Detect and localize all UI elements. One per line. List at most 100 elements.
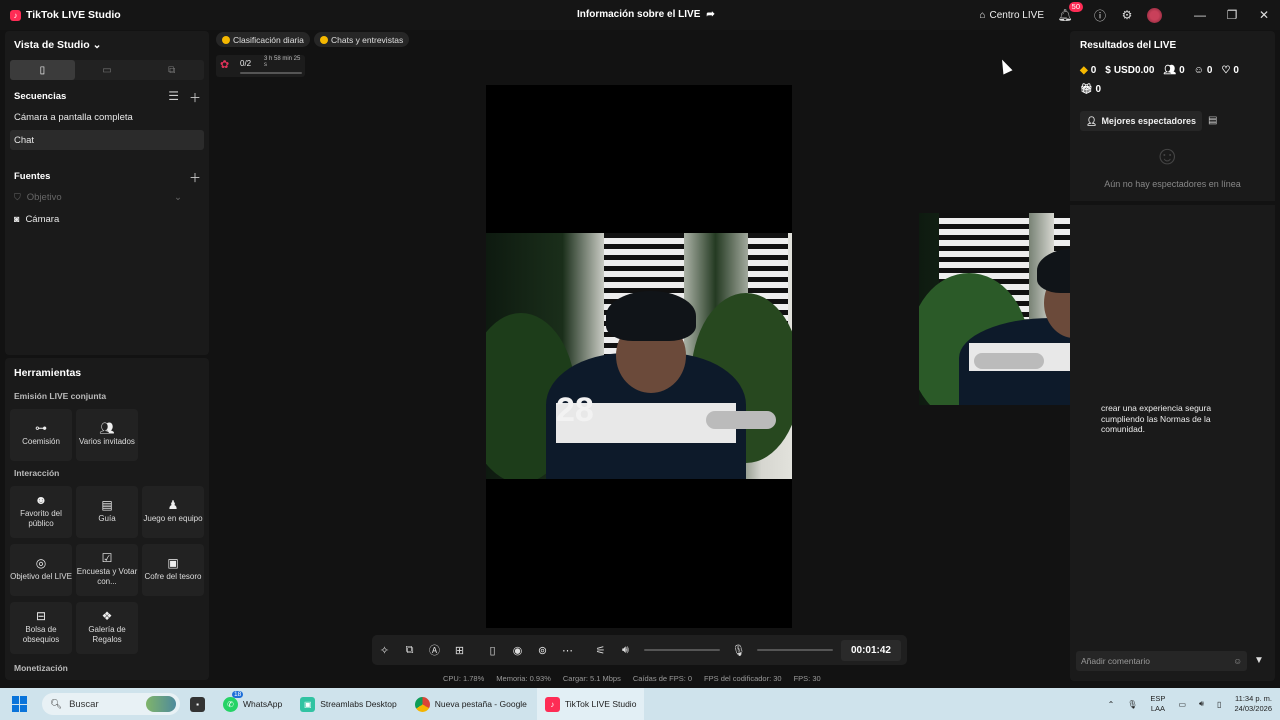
screen-share-icon[interactable]: ⧉ [397,644,422,657]
taskbar-tiktok-studio[interactable]: ♪ TikTok LIVE Studio [536,688,645,720]
followers-value: 0 [1206,65,1213,76]
no-viewers-text: Aún no hay espectadores en línea [1104,179,1241,189]
tool-cofre-tesoro[interactable]: ▣ Cofre del tesoro [142,544,204,596]
comment-placeholder: Añadir comentario [1081,656,1150,666]
language-indicator[interactable]: ESP LAA [1150,694,1165,714]
taskbar-whatsapp[interactable]: ✆ 18 WhatsApp [223,688,282,720]
sequence-item-selected[interactable]: Chat [10,130,204,150]
tool-encuesta[interactable]: ☑ Encuesta y Votar con... [76,544,138,596]
diamonds-value: 0 [1090,65,1097,76]
tool-varios-invitados[interactable]: 👥︎ Varios invitados [76,409,138,461]
person-plus-icon: 👤︎ [1086,115,1098,126]
notifications-button[interactable]: 🔔︎ 50 [1057,2,1083,22]
microphone-icon[interactable]: 🎙︎ [726,644,751,657]
centro-live-button[interactable]: ⌂ Centro LIVE [979,10,1044,21]
network-icon[interactable]: ▭ [1178,700,1186,709]
chevron-down-icon[interactable]: ⌄ [174,192,182,203]
preview-canvas[interactable]: 28 [486,85,792,628]
add-sequence-icon[interactable]: ＋ [189,89,201,106]
speaker-icon[interactable]: 🔊︎ [613,644,638,657]
tool-galeria-regalos[interactable]: ❖ Galería de Regalos [76,602,138,654]
battery-icon[interactable]: ▯ [1217,700,1221,709]
tool-label: Favorito del público [20,509,62,528]
restore-icon[interactable]: ❐ [1216,0,1248,30]
scenes-panel: Vista de Studio ⌄ ▯ ▭ ⧉ Secuencias ☰ ＋ C… [5,31,209,355]
gear-icon[interactable]: ⚙ [1120,8,1134,22]
portrait-icon[interactable]: ▯ [10,60,75,80]
goal-widget[interactable]: ✿ 0/2 3 h 58 min 25 s [216,55,305,77]
avatar[interactable] [1147,7,1162,23]
daily-ranking-chip[interactable]: Clasificación diaria [216,32,310,47]
list-detail-icon[interactable]: ▤ [1208,115,1217,126]
best-viewers-tab[interactable]: 👤︎ Mejores espectadores [1080,111,1202,131]
more-icon[interactable]: ⋯ [555,644,580,657]
portrait-icon[interactable]: ▯ [480,644,505,657]
minimize-icon[interactable]: — [1184,0,1216,30]
tool-objetivo-live[interactable]: ◎ Objetivo del LIVE [10,544,72,596]
search-highlight-image [146,696,176,712]
mic-tray-icon[interactable]: 🎙︎ [1127,700,1137,709]
viewers-stat: 👥︎ 0 [1163,65,1184,76]
multi-layout-icon[interactable]: ⧉ [139,60,204,80]
studio-view-dropdown[interactable]: Vista de Studio ⌄ [14,39,101,51]
settings-sliders-icon[interactable]: ⚟ [588,644,613,657]
emoji-icon[interactable]: ☺ [1233,656,1242,666]
panel-divider [1070,201,1275,205]
ai-icon[interactable]: Ⓐ [422,642,447,658]
live-info-button[interactable]: Información sobre el LIVE ➦ [577,9,715,20]
team-icon: ♟ [167,497,179,512]
sequence-label: Chat [14,134,35,146]
source-item[interactable]: ⛉ Objetivo ⌄ [10,187,204,207]
diamonds-stat: ◆ 0 [1080,65,1096,76]
close-icon[interactable]: ✕ [1248,0,1280,30]
sequence-label: Cámara a pantalla completa [14,111,133,123]
camera-icon: ◙ [14,214,20,224]
tool-label: Juego en equipo [143,514,203,523]
tool-bolsa-obsequios[interactable]: ⊟ Bolsa de obsequios [10,602,72,654]
cpu-stat: CPU: 1.78% [443,674,485,683]
goal-time: 3 h 58 min 25 s [264,56,301,68]
filter-icon[interactable]: ▼ [1254,655,1264,666]
source-item[interactable]: ◙ Cámara [10,209,204,229]
taskbar-chrome[interactable]: Nueva pestaña - Google [414,688,527,720]
help-icon[interactable]: ⓘ [1093,8,1107,23]
mic-slider[interactable] [757,649,833,651]
live-timer: 00:01:42 [840,639,901,661]
tool-coemision[interactable]: ⊶ Coemisión [10,409,72,461]
volume-tray-icon[interactable]: 🔊︎ [1199,699,1204,709]
chevron-up-icon[interactable]: ⌃ [1108,700,1115,709]
list-icon[interactable]: ☰ [168,89,179,106]
tool-juego-equipo[interactable]: ♟ Juego en equipo [142,486,204,538]
add-source-icon[interactable]: ⊞ [447,644,472,657]
clock[interactable]: 11:34 p. m. 24/03/2026 [1234,694,1272,714]
taskbar-search[interactable]: 🔍︎ Buscar [42,693,180,715]
source-label: Cámara [25,213,60,225]
landscape-icon[interactable]: ▭ [75,60,140,80]
new-follower-icon: ☺ [1193,65,1204,76]
magic-wand-icon[interactable]: ✧ [372,644,397,657]
chats-interviews-chip[interactable]: Chats y entrevistas [314,32,410,47]
sequence-item[interactable]: Cámara a pantalla completa [10,107,204,127]
taskbar-app-label: Nueva pestaña - Google [434,699,527,709]
diamond-icon: ◆ [1080,65,1088,76]
tool-guia[interactable]: ▤ Guía [76,486,138,538]
taskbar-streamlabs[interactable]: ▣ Streamlabs Desktop [300,688,397,720]
tiktok-icon: ♪ [544,696,560,712]
comment-input[interactable]: Añadir comentario ☺ [1076,651,1247,671]
windows-start-icon[interactable] [12,696,28,712]
chat-icon [320,35,328,44]
task-view-icon[interactable]: ▪ [190,688,205,720]
tool-favorito-publico[interactable]: ☻ Favorito del público [10,486,72,538]
tool-label: Galería de Regalos [88,625,126,644]
studio-view-label: Vista de Studio [14,39,90,51]
community-notice: crear una experiencia segura cumpliendo … [1101,403,1212,434]
record-icon[interactable]: ◉ [505,644,530,657]
tool-label: Varios invitados [79,437,135,446]
usd-stat: $ USD0.00 [1105,65,1154,76]
add-source-icon[interactable]: ＋ [189,169,201,186]
target-icon: ◎ [35,555,47,570]
screenshot-icon[interactable]: ⊚ [530,644,555,657]
stream-controls: ✧ ⧉ Ⓐ ⊞ ▯ ◉ ⊚ ⋯ ⚟ 🔊︎ 🎙︎ 00:01:42 [372,635,907,665]
volume-slider[interactable] [644,649,720,651]
usd-value: USD0.00 [1113,65,1155,76]
